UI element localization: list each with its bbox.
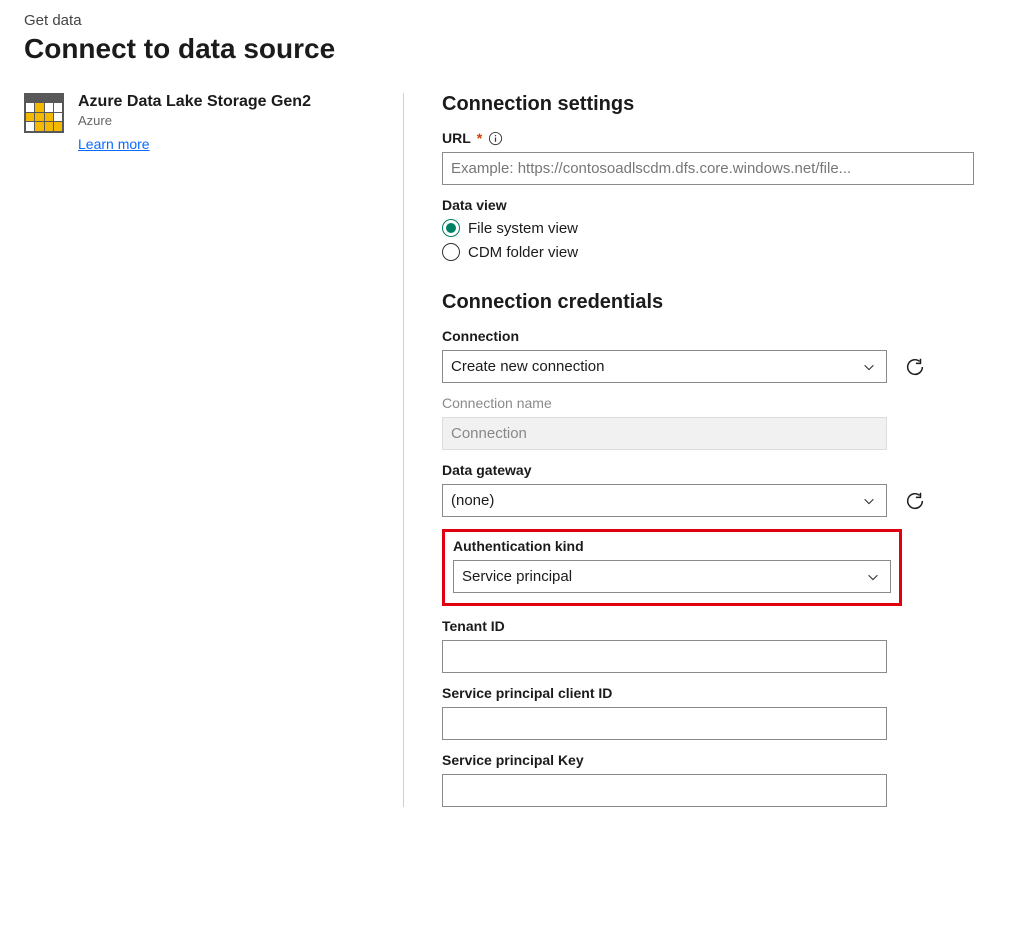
refresh-gateway-button[interactable] [903, 489, 927, 513]
radio-label: File system view [468, 220, 578, 237]
data-gateway-label: Data gateway [442, 462, 1000, 478]
sp-client-id-input[interactable] [442, 707, 887, 740]
url-label: URL * [442, 130, 1000, 146]
connector-subtitle: Azure [78, 113, 311, 128]
sp-client-id-label: Service principal client ID [442, 685, 1000, 701]
connection-credentials-heading: Connection credentials [442, 291, 1000, 314]
radio-label: CDM folder view [468, 244, 578, 261]
connection-label: Connection [442, 328, 1000, 344]
sp-key-input[interactable] [442, 774, 887, 807]
refresh-icon [904, 356, 926, 378]
breadcrumb: Get data [24, 12, 1000, 29]
auth-kind-label: Authentication kind [453, 538, 891, 554]
connection-select[interactable]: Create new connection [442, 350, 887, 383]
auth-kind-select[interactable]: Service principal [453, 560, 891, 593]
auth-kind-highlight: Authentication kind Service principal [442, 529, 902, 606]
connection-name-input [442, 417, 887, 450]
chevron-down-icon [862, 494, 876, 508]
info-icon [488, 131, 503, 146]
radio-selected-icon [442, 219, 460, 237]
connector-panel: Azure Data Lake Storage Gen2 Azure Learn… [24, 93, 404, 807]
radio-file-system-view[interactable]: File system view [442, 219, 1000, 237]
connector-title: Azure Data Lake Storage Gen2 [78, 93, 311, 111]
refresh-connection-button[interactable] [903, 355, 927, 379]
learn-more-link[interactable]: Learn more [78, 136, 150, 152]
radio-cdm-folder-view[interactable]: CDM folder view [442, 243, 1000, 261]
url-input[interactable] [442, 152, 974, 185]
data-gateway-select[interactable]: (none) [442, 484, 887, 517]
tenant-id-label: Tenant ID [442, 618, 1000, 634]
connection-settings-heading: Connection settings [442, 93, 1000, 116]
refresh-icon [904, 490, 926, 512]
required-asterisk: * [477, 130, 482, 146]
radio-unselected-icon [442, 243, 460, 261]
data-view-label: Data view [442, 197, 1000, 213]
chevron-down-icon [866, 570, 880, 584]
data-lake-icon [24, 93, 64, 133]
page-title: Connect to data source [24, 33, 1000, 65]
tenant-id-input[interactable] [442, 640, 887, 673]
connection-name-label: Connection name [442, 395, 1000, 411]
sp-key-label: Service principal Key [442, 752, 1000, 768]
chevron-down-icon [862, 360, 876, 374]
